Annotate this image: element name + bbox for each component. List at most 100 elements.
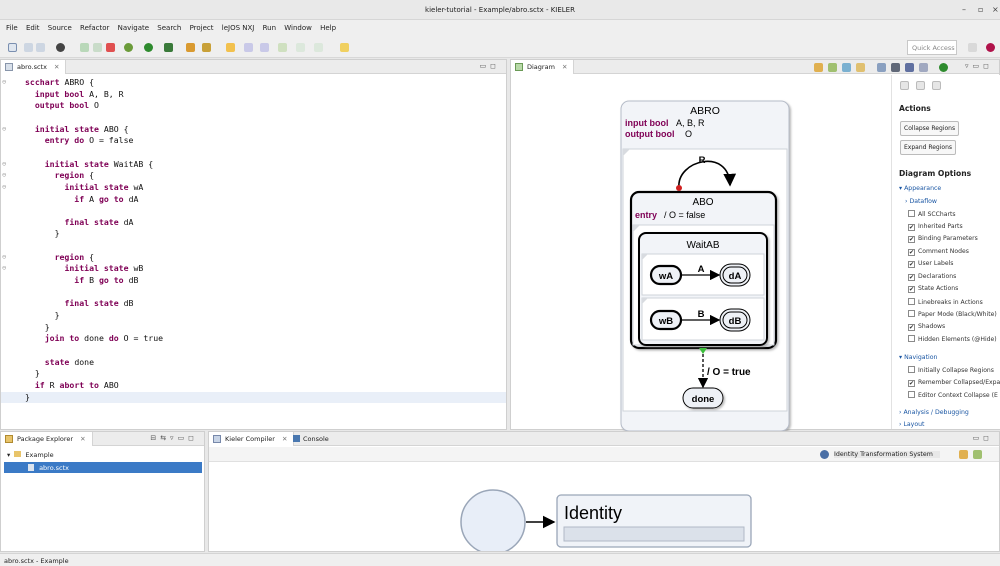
code-line[interactable]: ⊖ scchart ABRO { bbox=[1, 77, 506, 89]
suspend-icon[interactable] bbox=[93, 43, 102, 52]
code-line[interactable]: join to done do O = true bbox=[1, 333, 506, 345]
back-icon[interactable] bbox=[296, 43, 305, 52]
checkbox[interactable] bbox=[908, 297, 915, 305]
diagram-tab[interactable]: Diagram ✕ bbox=[511, 60, 575, 74]
option-shadows[interactable]: ✔ Shadows bbox=[908, 323, 945, 331]
checkbox[interactable]: ✔ bbox=[908, 379, 915, 387]
code-line[interactable]: input bool A, B, R bbox=[1, 89, 506, 101]
menu-file[interactable]: File bbox=[6, 24, 18, 32]
code-line[interactable] bbox=[1, 205, 506, 217]
option-paper-mode-black-white[interactable]: Paper Mode (Black/White) bbox=[908, 310, 997, 318]
close-button[interactable]: × bbox=[992, 5, 999, 14]
fold-marker[interactable]: ⊖ bbox=[2, 182, 24, 194]
quick-access-input[interactable]: Quick Access bbox=[907, 40, 957, 55]
menu-search[interactable]: Search bbox=[157, 24, 181, 32]
analysis-section[interactable]: › Analysis / Debugging bbox=[899, 409, 969, 416]
checkbox[interactable]: ✔ bbox=[908, 223, 915, 231]
checkbox[interactable]: ✔ bbox=[908, 236, 915, 243]
close-icon[interactable]: ✕ bbox=[54, 63, 59, 71]
fold-marker[interactable]: ⊖ bbox=[2, 77, 24, 89]
code-line[interactable] bbox=[1, 112, 506, 124]
fold-marker[interactable]: ⊖ bbox=[2, 170, 24, 182]
code-line[interactable]: if A go to dA bbox=[1, 194, 506, 206]
sync-icon[interactable] bbox=[814, 63, 823, 72]
diagram-view-buttons[interactable]: ▿▭◻ bbox=[965, 62, 993, 70]
code-line[interactable]: ⊖ initial state wA bbox=[1, 182, 506, 194]
option-all-sccharts[interactable]: All SCCharts bbox=[908, 210, 956, 218]
save-all-icon[interactable] bbox=[36, 43, 45, 52]
link-icon[interactable] bbox=[842, 63, 851, 72]
expand-regions-button[interactable]: Expand Regions bbox=[900, 140, 957, 155]
synthesis-icon[interactable] bbox=[919, 63, 928, 72]
menu-source[interactable]: Source bbox=[48, 24, 72, 32]
export-icon[interactable] bbox=[877, 63, 886, 72]
navigation-section[interactable]: ▾ Navigation bbox=[899, 354, 937, 361]
editor-tab[interactable]: abro.sctx ✕ bbox=[1, 60, 67, 74]
collapse-regions-button[interactable]: Collapse Regions bbox=[900, 121, 960, 136]
code-line[interactable]: final state dB bbox=[1, 298, 506, 310]
option-state-actions[interactable]: ✔ State Actions bbox=[908, 285, 958, 293]
option-inherited-parts[interactable]: ✔ Inherited Parts bbox=[908, 223, 963, 231]
code-line[interactable]: } bbox=[1, 322, 506, 334]
refresh-icon[interactable] bbox=[828, 63, 837, 72]
dataflow-section[interactable]: › Dataflow bbox=[905, 198, 937, 205]
tree-item-file[interactable]: abro.sctx bbox=[4, 462, 202, 473]
checkbox[interactable]: ✔ bbox=[908, 261, 915, 268]
pin-icon[interactable] bbox=[340, 43, 349, 52]
last-edit-icon[interactable] bbox=[278, 43, 287, 52]
kieler-compiler-tab[interactable]: Kieler Compiler ✕ bbox=[209, 432, 295, 446]
checkbox[interactable]: ✔ bbox=[908, 273, 915, 281]
menu-navigate[interactable]: Navigate bbox=[118, 24, 149, 32]
menu-lejos[interactable]: leJOS NXJ bbox=[222, 24, 255, 32]
checkbox[interactable] bbox=[908, 391, 915, 398]
layout-section[interactable]: › Layout bbox=[899, 421, 924, 428]
code-line[interactable]: } bbox=[1, 310, 506, 322]
menu-refactor[interactable]: Refactor bbox=[80, 24, 109, 32]
option-user-labels[interactable]: ✔ User Labels bbox=[908, 260, 953, 268]
option-linebreaks-in-actions[interactable]: Linebreaks in Actions bbox=[908, 297, 983, 306]
package-explorer-view-buttons[interactable]: ⊟⇆▿▭◻ bbox=[150, 434, 198, 442]
kieler-perspective-icon[interactable] bbox=[986, 43, 995, 52]
checkbox[interactable]: ✔ bbox=[908, 323, 915, 331]
checkbox[interactable] bbox=[908, 366, 915, 373]
chevron-down-icon[interactable]: ▾ bbox=[7, 451, 10, 459]
code-line[interactable] bbox=[1, 345, 506, 357]
options-icon[interactable] bbox=[905, 63, 914, 72]
close-icon[interactable]: ✕ bbox=[562, 63, 567, 71]
fold-marker[interactable]: ⊖ bbox=[2, 263, 24, 275]
checkbox[interactable]: ✔ bbox=[908, 248, 915, 256]
compile-icon[interactable] bbox=[959, 450, 968, 459]
code-line[interactable]: output bool O bbox=[1, 100, 506, 112]
checkbox[interactable] bbox=[908, 335, 915, 342]
minimize-button[interactable]: – bbox=[962, 5, 966, 14]
perspective-icon[interactable] bbox=[968, 43, 977, 52]
code-editor[interactable]: ⊖ scchart ABRO { input bool A, B, R outpu… bbox=[1, 75, 506, 429]
resume-icon[interactable] bbox=[80, 43, 89, 52]
new-java-project-icon[interactable] bbox=[186, 43, 195, 52]
new-package-icon[interactable] bbox=[202, 43, 211, 52]
layout-icon[interactable] bbox=[856, 63, 865, 72]
terminate-icon[interactable] bbox=[106, 43, 115, 52]
option-declarations[interactable]: ✔ Declarations bbox=[908, 273, 956, 281]
editor-view-buttons[interactable]: ▭◻ bbox=[480, 62, 500, 70]
settings-icon[interactable] bbox=[973, 450, 982, 459]
source-node[interactable] bbox=[460, 489, 526, 551]
zoom-icon[interactable] bbox=[891, 63, 900, 72]
code-line[interactable]: if B go to dB bbox=[1, 275, 506, 287]
code-line[interactable] bbox=[1, 147, 506, 159]
next-annotation-icon[interactable] bbox=[244, 43, 253, 52]
code-line[interactable]: } bbox=[1, 391, 506, 404]
code-line[interactable]: } bbox=[1, 368, 506, 380]
fold-marker[interactable]: ⊖ bbox=[2, 124, 24, 136]
checkbox[interactable] bbox=[908, 210, 915, 217]
menu-window[interactable]: Window bbox=[284, 24, 312, 32]
code-line[interactable]: ⊖ region { bbox=[1, 170, 506, 182]
compiler-view-buttons[interactable]: ▭◻ bbox=[973, 434, 993, 442]
appearance-section[interactable]: ▾ Appearance bbox=[899, 185, 941, 192]
sidebar-reset-icon[interactable] bbox=[932, 81, 941, 90]
option-hidden-elements-hide[interactable]: Hidden Elements (@Hide) bbox=[908, 335, 997, 343]
menu-help[interactable]: Help bbox=[320, 24, 336, 32]
tree-item-project[interactable]: ▾ Example bbox=[7, 451, 54, 459]
code-line[interactable]: entry do O = false bbox=[1, 135, 506, 147]
code-line[interactable]: final state dA bbox=[1, 217, 506, 229]
